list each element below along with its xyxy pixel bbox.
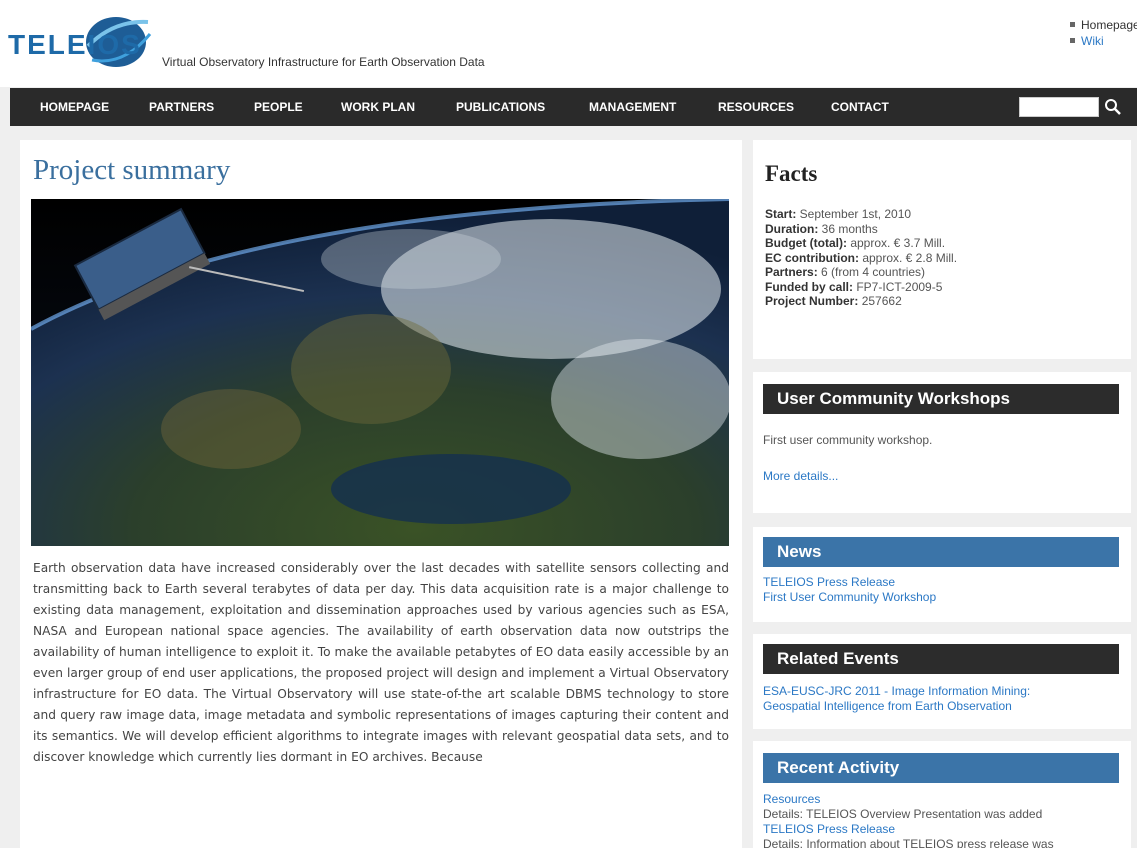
workshops-more-link[interactable]: More details... bbox=[763, 469, 838, 484]
top-links: Homepage Wiki bbox=[1070, 17, 1137, 49]
fact-row: Start: September 1st, 2010 bbox=[765, 207, 912, 221]
nav-partners[interactable]: PARTNERS bbox=[149, 88, 214, 126]
main-nav: HOMEPAGE PARTNERS PEOPLE WORK PLAN PUBLI… bbox=[10, 88, 1137, 126]
news-box: News TELEIOS Press Release First User Co… bbox=[753, 527, 1131, 622]
fact-row: Duration: 36 months bbox=[765, 221, 878, 236]
workshops-heading: User Community Workshops bbox=[763, 384, 1119, 414]
news-heading: News bbox=[763, 537, 1119, 567]
news-link[interactable]: TELEIOS Press Release bbox=[763, 575, 936, 590]
facts-list: Start: September 1st, 2010 Duration: 36 … bbox=[765, 207, 957, 309]
site-header: TELEIOS Virtual Observatory Infrastructu… bbox=[0, 0, 1137, 87]
activity-detail: Details: Information about TELEIOS press… bbox=[763, 837, 1054, 848]
activity-link[interactable]: TELEIOS Press Release bbox=[763, 822, 1054, 837]
fact-row: Partners: 6 (from 4 countries) bbox=[765, 265, 926, 279]
project-summary-text: Earth observation data have increased co… bbox=[33, 561, 729, 764]
main-content: Project summary Earth observation data h… bbox=[20, 140, 742, 848]
fact-row: Project Number: 257662 bbox=[765, 294, 902, 308]
search-input[interactable] bbox=[1019, 97, 1099, 117]
activity-link[interactable]: Resources bbox=[763, 792, 1054, 807]
activity-list: Resources Details: TELEIOS Overview Pres… bbox=[763, 792, 1054, 848]
nav-management[interactable]: MANAGEMENT bbox=[589, 88, 676, 126]
teleios-logo[interactable]: TELEIOS bbox=[8, 12, 158, 72]
facts-box: Facts Start: September 1st, 2010 Duratio… bbox=[753, 140, 1131, 359]
recent-activity-box: Recent Activity Resources Details: TELEI… bbox=[753, 741, 1131, 848]
top-link-homepage[interactable]: Homepage bbox=[1070, 17, 1137, 33]
fact-row: EC contribution: approx. € 2.8 Mill. bbox=[765, 250, 958, 265]
search-icon[interactable] bbox=[1103, 97, 1123, 117]
nav-resources[interactable]: RESOURCES bbox=[718, 88, 794, 126]
nav-homepage[interactable]: HOMEPAGE bbox=[40, 88, 109, 126]
event-link[interactable]: Geospatial Intelligence from Earth Obser… bbox=[763, 699, 1030, 714]
logo-text: TELEIOS bbox=[8, 29, 142, 60]
page-title: Project summary bbox=[33, 154, 231, 186]
related-events-box: Related Events ESA-EUSC-JRC 2011 - Image… bbox=[753, 634, 1131, 729]
fact-row: Funded by call: FP7-ICT-2009-5 bbox=[765, 279, 943, 294]
workshops-box: User Community Workshops First user comm… bbox=[753, 372, 1131, 513]
fact-row: Budget (total): approx. € 3.7 Mill. bbox=[765, 236, 946, 250]
recent-activity-heading: Recent Activity bbox=[763, 753, 1119, 783]
news-link[interactable]: First User Community Workshop bbox=[763, 590, 936, 605]
event-link[interactable]: ESA-EUSC-JRC 2011 - Image Information Mi… bbox=[763, 684, 1030, 699]
nav-work-plan[interactable]: WORK PLAN bbox=[341, 88, 415, 126]
top-link-wiki[interactable]: Wiki bbox=[1070, 33, 1137, 49]
satellite-earth-image bbox=[31, 199, 729, 546]
workshops-text: First user community workshop. bbox=[763, 433, 933, 447]
site-tagline: Virtual Observatory Infrastructure for E… bbox=[162, 55, 485, 69]
related-events-heading: Related Events bbox=[763, 644, 1119, 674]
nav-people[interactable]: PEOPLE bbox=[254, 88, 303, 126]
events-list: ESA-EUSC-JRC 2011 - Image Information Mi… bbox=[763, 684, 1030, 714]
activity-detail: Details: TELEIOS Overview Presentation w… bbox=[763, 807, 1043, 821]
facts-title: Facts bbox=[765, 161, 818, 186]
news-list: TELEIOS Press Release First User Communi… bbox=[763, 575, 936, 605]
nav-contact[interactable]: CONTACT bbox=[831, 88, 889, 126]
nav-publications[interactable]: PUBLICATIONS bbox=[456, 88, 545, 126]
